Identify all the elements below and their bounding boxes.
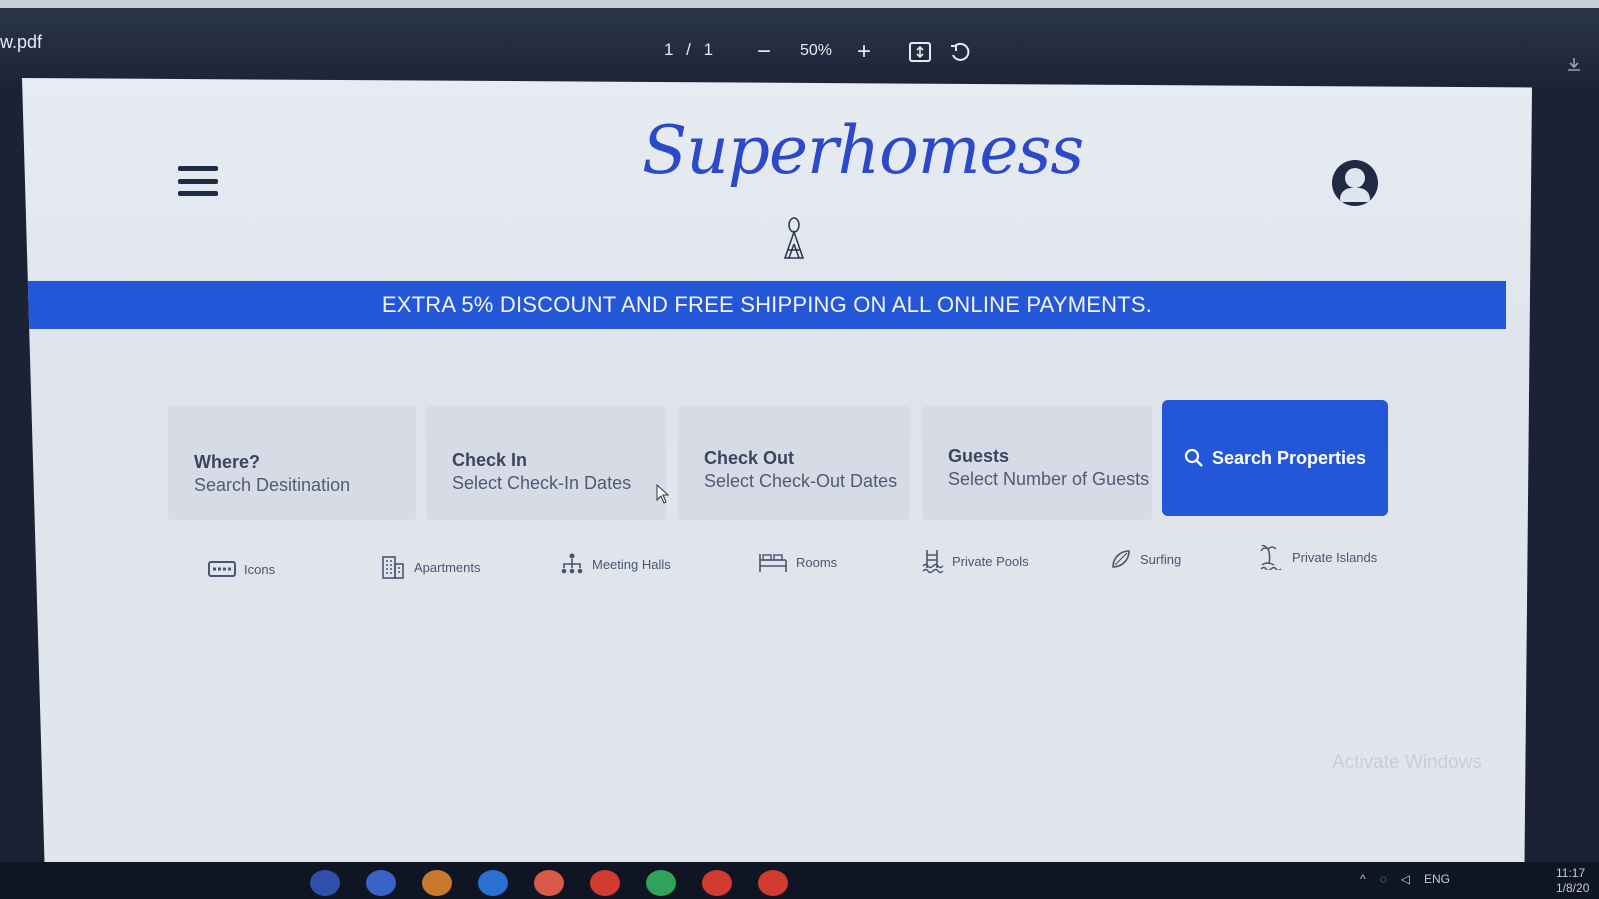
category-label: Rooms (796, 554, 838, 570)
check-in-field[interactable]: Check In Select Check-In Dates (426, 406, 666, 520)
check-in-hint: Select Check-In Dates (452, 473, 632, 493)
category-label: Private Islands (1292, 549, 1378, 565)
rotate-button[interactable] (946, 38, 974, 66)
category-apartments[interactable]: Apartments (380, 554, 480, 580)
mouse-cursor-icon (656, 484, 670, 504)
guests-hint: Select Number of Guests (948, 469, 1150, 489)
surfboard-icon (1112, 550, 1130, 568)
category-surfing[interactable]: Surfing (1110, 548, 1181, 570)
category-private-islands[interactable]: Private Islands (1260, 544, 1377, 570)
pdf-page: Superhomess EXTRA 5% DISCOUNT AND FREE S… (22, 78, 1532, 868)
zoom-in-button[interactable]: + (850, 38, 878, 66)
guests-field[interactable]: Guests Select Number of Guests (922, 406, 1152, 520)
app-icon[interactable] (478, 870, 508, 896)
category-meeting-halls[interactable]: Meeting Halls (560, 552, 671, 576)
folder-icon[interactable] (422, 870, 452, 896)
bed-icon (759, 554, 787, 572)
rotate-icon (951, 42, 970, 61)
network-icon[interactable]: ◌ (1380, 872, 1387, 886)
category-label: Private Pools (952, 553, 1029, 569)
logo-emblem-icon (783, 217, 805, 259)
category-private-pools[interactable]: Private Pools (922, 548, 1029, 574)
category-label: Meeting Halls (592, 556, 671, 572)
taskbar-apps (310, 870, 788, 896)
destination-field[interactable]: Where? Search Desitination (168, 406, 416, 520)
category-icons[interactable]: Icons (208, 560, 275, 578)
property-search-bar: Where? Search Desitination Check In Sele… (168, 400, 1390, 520)
check-out-field[interactable]: Check Out Select Check-Out Dates (678, 406, 910, 520)
destination-label: Where? (194, 452, 261, 472)
promo-banner: EXTRA 5% DISCOUNT AND FREE SHIPPING ON A… (28, 281, 1506, 329)
clock-date: 1/8/20 (1556, 881, 1590, 895)
category-rooms[interactable]: Rooms (758, 550, 837, 574)
minus-icon: − (756, 38, 771, 65)
file-name: w.pdf (0, 32, 43, 52)
category-label: Apartments (414, 559, 481, 575)
category-label: Icons (244, 561, 276, 577)
input-language[interactable]: ENG (1424, 872, 1450, 886)
category-nav: Icons Apartments Meeting Halls Rooms Pri… (202, 544, 1402, 588)
plus-icon: + (856, 38, 871, 65)
app-icon[interactable] (366, 870, 396, 896)
check-in-label: Check In (452, 450, 528, 470)
download-icon (1568, 58, 1580, 71)
check-out-hint: Select Check-Out Dates (704, 471, 898, 491)
chrome-icon[interactable] (590, 870, 620, 896)
island-icon (1260, 544, 1282, 570)
activate-windows-watermark: Activate Windows (1332, 752, 1482, 773)
clock-time: 11:17 (1556, 866, 1586, 880)
zoom-out-button[interactable]: − (750, 38, 778, 66)
account-avatar-icon[interactable] (1332, 160, 1378, 206)
search-properties-button[interactable]: Search Properties (1162, 400, 1388, 516)
os-taskbar: ^ ◌ ◁ ENG 11:17 1/8/20 (0, 862, 1599, 899)
hierarchy-icon (561, 553, 583, 574)
tray-chevron-icon[interactable]: ^ (1360, 872, 1366, 886)
site-header: Superhomess (22, 78, 1532, 286)
download-button[interactable] (1560, 50, 1588, 78)
app-icon[interactable] (534, 870, 564, 896)
building-icon (382, 556, 404, 579)
volume-icon[interactable]: ◁ (1401, 872, 1410, 886)
search-icon (1184, 448, 1203, 467)
app-icon[interactable] (310, 870, 340, 896)
fit-page-button[interactable] (906, 38, 934, 66)
check-out-label: Check Out (704, 448, 795, 468)
ticket-icon (208, 561, 236, 577)
chrome-icon[interactable] (702, 870, 732, 896)
category-label: Surfing (1140, 551, 1182, 567)
search-button-label: Search Properties (1211, 447, 1367, 468)
system-clock[interactable]: 11:17 1/8/20 (1556, 866, 1589, 896)
chrome-icon[interactable] (758, 870, 788, 896)
pool-icon (922, 550, 944, 574)
pdf-toolbar: w.pdf 1 / 1 − 50% + (0, 0, 1599, 88)
system-tray: ^ ◌ ◁ ENG (1360, 872, 1450, 886)
zoom-level[interactable]: 50% (800, 42, 832, 60)
page-indicator: 1 / 1 (664, 40, 718, 59)
fit-page-icon (909, 42, 931, 62)
destination-hint: Search Desitination (194, 475, 351, 495)
site-logo: Superhomess (642, 112, 1084, 189)
whatsapp-icon[interactable] (646, 870, 676, 896)
hamburger-menu-icon[interactable] (178, 166, 218, 196)
guests-label: Guests (948, 446, 1010, 466)
